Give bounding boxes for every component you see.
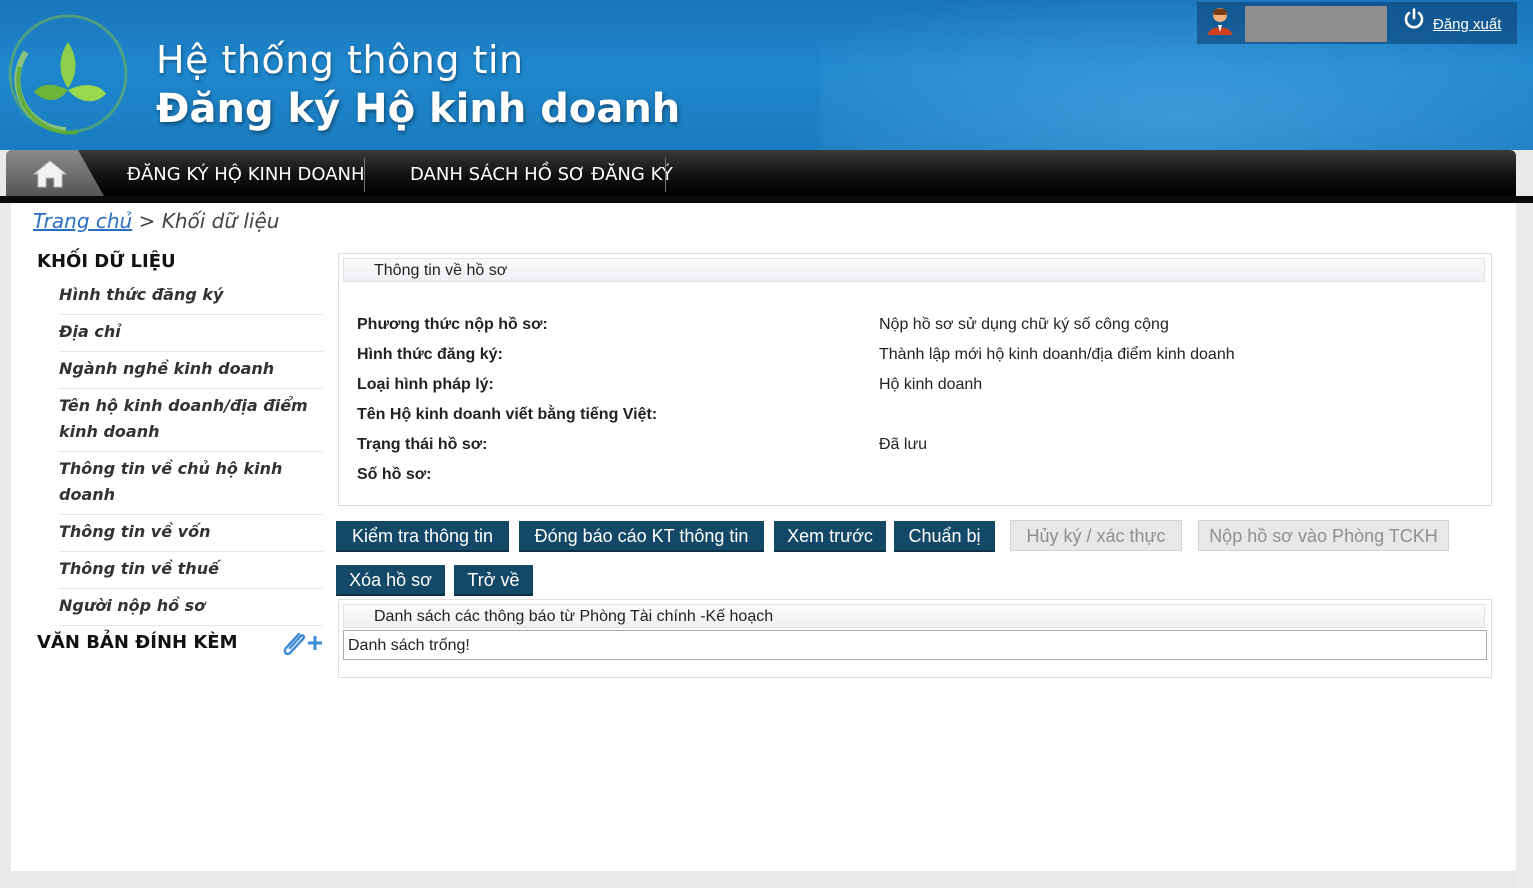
notices-panel: Danh sách các thông báo từ Phòng Tài chí… xyxy=(338,599,1492,678)
user-box: Đăng xuất xyxy=(1197,2,1517,44)
breadcrumb-separator: > xyxy=(138,209,156,233)
power-icon[interactable] xyxy=(1403,8,1425,30)
app-title-line2: Đăng ký Hộ kinh doanh xyxy=(156,86,681,132)
sidebar-heading: KHỐI DỮ LIỆU xyxy=(37,251,176,272)
sidebar-item-business-name[interactable]: Tên hộ kinh doanh/địa điểm kinh doanh xyxy=(59,389,323,452)
breadcrumb-home-link[interactable]: Trang chủ xyxy=(33,209,132,233)
nav-divider xyxy=(364,158,365,192)
sidebar-item-owner-info[interactable]: Thông tin về chủ hộ kinh doanh xyxy=(59,452,323,515)
user-name-field xyxy=(1245,6,1387,42)
page-margin xyxy=(1516,203,1533,888)
nav-underline xyxy=(0,196,1533,203)
report-button[interactable]: Đóng báo cáo KT thông tin xyxy=(519,521,764,552)
sidebar-item-address[interactable]: Địa chỉ xyxy=(59,315,323,352)
prepare-button[interactable]: Chuẩn bị xyxy=(894,521,995,552)
sidebar-item-tax-info[interactable]: Thông tin về thuế xyxy=(59,552,323,589)
main-content: Trang chủ > Khối dữ liệu KHỐI DỮ LIỆU Hì… xyxy=(11,203,1516,871)
check-info-button[interactable]: Kiểm tra thông tin xyxy=(336,521,509,552)
info-label: Loại hình pháp lý: xyxy=(357,376,494,393)
nav-register-household[interactable]: ĐĂNG KÝ HỘ KINH DOANH xyxy=(127,150,365,196)
notices-empty-message: Danh sách trống! xyxy=(343,630,1487,660)
submit-dossier-button[interactable]: Nộp hồ sơ vào Phòng TCKH xyxy=(1198,520,1449,551)
header: Hệ thống thông tin Đăng ký Hộ kinh doanh… xyxy=(0,0,1533,150)
main-nav: ĐĂNG KÝ HỘ KINH DOANH DANH SÁCH HỒ SƠ ĐĂ… xyxy=(6,150,1516,196)
user-avatar-icon xyxy=(1208,8,1232,35)
logo-icon xyxy=(8,14,128,135)
info-label: Trạng thái hồ sơ: xyxy=(357,436,488,453)
breadcrumb: Trang chủ > Khối dữ liệu xyxy=(33,209,279,233)
preview-button[interactable]: Xem trước xyxy=(774,521,886,552)
attachments-heading-label: VĂN BẢN ĐÍNH KÈM xyxy=(37,632,238,653)
notices-heading: Danh sách các thông báo từ Phòng Tài chí… xyxy=(343,604,1485,628)
info-value: Đã lưu xyxy=(879,436,928,453)
back-button[interactable]: Trở về xyxy=(454,565,533,596)
app-title-line1: Hệ thống thông tin xyxy=(156,38,524,82)
delete-dossier-button[interactable]: Xóa hồ sơ xyxy=(336,565,445,596)
info-label: Hình thức đăng ký: xyxy=(357,346,503,363)
page: Hệ thống thông tin Đăng ký Hộ kinh doanh… xyxy=(0,0,1533,888)
sidebar-item-registration-type[interactable]: Hình thức đăng ký xyxy=(59,278,323,315)
logout-link[interactable]: Đăng xuất xyxy=(1433,16,1501,33)
dossier-info-panel: Thông tin về hồ sơ Phương thức nộp hồ sơ… xyxy=(338,253,1492,506)
info-value: Thành lập mới hộ kinh doanh/địa điểm kin… xyxy=(879,346,1235,363)
sidebar-item-submitter[interactable]: Người nộp hồ sơ xyxy=(59,589,323,626)
sidebar: KHỐI DỮ LIỆU Hình thức đăng ký Địa chỉ N… xyxy=(33,251,323,656)
info-label: Phương thức nộp hồ sơ: xyxy=(357,316,548,333)
info-label: Số hồ sơ: xyxy=(357,466,432,483)
breadcrumb-current: Khối dữ liệu xyxy=(161,209,280,233)
dossier-info-heading: Thông tin về hồ sơ xyxy=(343,258,1485,282)
cancel-sign-button[interactable]: Hủy ký / xác thực xyxy=(1010,520,1182,551)
home-icon xyxy=(32,160,68,188)
info-label: Tên Hộ kinh doanh viết bằng tiếng Việt: xyxy=(357,406,658,423)
info-value: Nộp hồ sơ sử dụng chữ ký số công cộng xyxy=(879,316,1169,333)
sidebar-item-capital-info[interactable]: Thông tin về vốn xyxy=(59,515,323,552)
nav-divider xyxy=(665,158,666,192)
attachments-heading: VĂN BẢN ĐÍNH KÈM xyxy=(37,632,323,656)
home-tab[interactable] xyxy=(6,150,104,196)
info-value: Hộ kinh doanh xyxy=(879,376,983,393)
nav-dossier-list[interactable]: DANH SÁCH HỒ SƠ ĐĂNG KÝ xyxy=(410,150,673,196)
sidebar-item-business-lines[interactable]: Ngành nghề kinh doanh xyxy=(59,352,323,389)
add-attachment-icon[interactable] xyxy=(277,628,323,658)
